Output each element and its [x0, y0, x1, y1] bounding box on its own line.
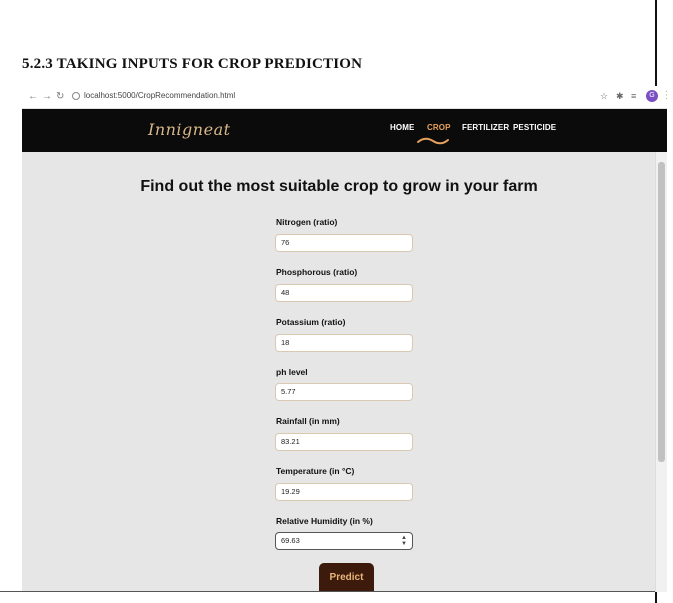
- active-underline-squiggle: [417, 137, 449, 145]
- browser-screenshot: ← → ↻ localhost:5000/CropRecommendation.…: [22, 86, 667, 592]
- temperature-input[interactable]: 19.29: [275, 483, 413, 501]
- document-section-heading: 5.2.3 TAKING INPUTS FOR CROP PREDICTION: [22, 56, 363, 72]
- phosphorous-value: 48: [281, 288, 290, 297]
- ph-value: 5.77: [281, 387, 296, 396]
- nav-item-home[interactable]: HOME: [390, 123, 414, 132]
- potassium-label: Potassium (ratio): [276, 317, 346, 327]
- browser-menu-icon[interactable]: ⋮: [662, 90, 667, 101]
- url-text: localhost:5000/CropRecommendation.html: [84, 91, 236, 100]
- scrollbar-thumb[interactable]: [658, 162, 665, 462]
- humidity-value: 69.63: [281, 536, 300, 545]
- nitrogen-label: Nitrogen (ratio): [276, 217, 338, 227]
- form-title: Find out the most suitable crop to grow …: [140, 178, 538, 195]
- nav-item-crop[interactable]: CROP: [427, 123, 451, 132]
- nav-item-fertilizer[interactable]: FERTILIZER: [462, 123, 509, 132]
- profile-avatar[interactable]: G: [646, 90, 658, 102]
- back-arrow-icon[interactable]: ←: [28, 91, 38, 102]
- predict-button[interactable]: Predict: [319, 563, 374, 592]
- page-scrollbar[interactable]: [655, 152, 667, 592]
- brand-logo[interactable]: Innigneat: [148, 120, 231, 139]
- nitrogen-value: 76: [281, 238, 290, 247]
- potassium-value: 18: [281, 338, 290, 347]
- forward-arrow-icon[interactable]: →: [42, 91, 52, 102]
- bookmark-star-icon[interactable]: ☆: [600, 91, 608, 102]
- rainfall-value: 83.21: [281, 437, 300, 446]
- address-bar[interactable]: localhost:5000/CropRecommendation.html: [72, 90, 592, 104]
- extensions-puzzle-icon[interactable]: ✱: [616, 91, 624, 102]
- page-bottom-rule: [0, 591, 655, 592]
- browser-toolbar: ← → ↻ localhost:5000/CropRecommendation.…: [22, 86, 667, 109]
- ph-label: ph level: [276, 367, 308, 377]
- nav-item-pesticide[interactable]: PESTICIDE: [513, 123, 556, 132]
- reading-list-icon[interactable]: ≡: [631, 91, 636, 101]
- site-navbar: Innigneat HOME CROP FERTILIZER PESTICIDE: [22, 109, 667, 152]
- nitrogen-input[interactable]: 76: [275, 234, 413, 252]
- site-info-icon[interactable]: [72, 92, 80, 100]
- reload-icon[interactable]: ↻: [56, 91, 64, 102]
- humidity-input[interactable]: 69.63 ▲ ▼: [275, 532, 413, 550]
- humidity-label: Relative Humidity (in %): [276, 516, 373, 526]
- rainfall-input[interactable]: 83.21: [275, 433, 413, 451]
- temperature-label: Temperature (in °C): [276, 466, 355, 476]
- phosphorous-label: Phosphorous (ratio): [276, 267, 358, 277]
- potassium-input[interactable]: 18: [275, 334, 413, 352]
- rainfall-label: Rainfall (in mm): [276, 416, 340, 426]
- number-spinner-icon[interactable]: ▲ ▼: [401, 535, 407, 547]
- phosphorous-input[interactable]: 48: [275, 284, 413, 302]
- ph-input[interactable]: 5.77: [275, 383, 413, 401]
- temperature-value: 19.29: [281, 487, 300, 496]
